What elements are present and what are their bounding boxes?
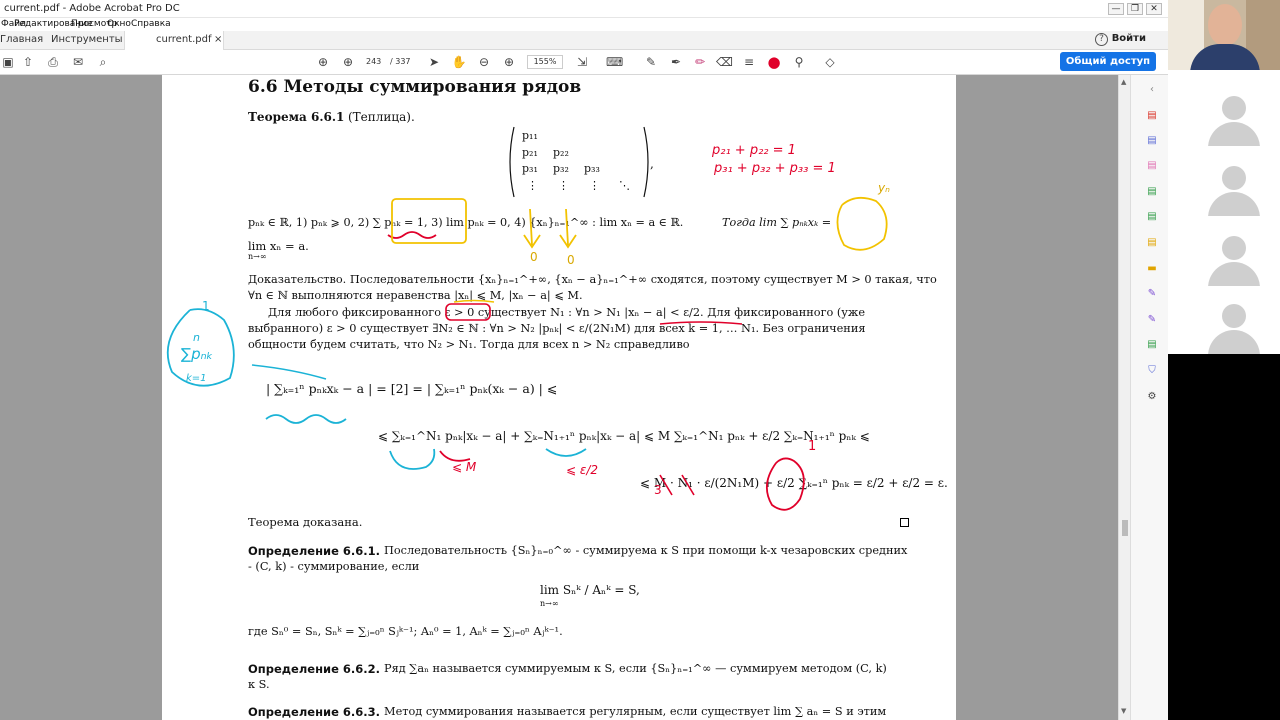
menu-window[interactable]: Окно: [107, 19, 131, 29]
annotation-stroke: [251, 364, 327, 380]
participant-avatar: [1198, 294, 1270, 354]
sign-icon[interactable]: ◇: [822, 54, 838, 70]
tab-close-icon[interactable]: ×: [214, 31, 222, 49]
title-bar: current.pdf - Adobe Acrobat Pro DC — ❐ ✕: [0, 0, 1168, 18]
zoom-in-icon[interactable]: ⊕: [501, 54, 517, 70]
annotation-stroke: [766, 457, 805, 511]
annotation-stroke: [559, 208, 577, 249]
tab-tools[interactable]: Инструменты: [51, 31, 123, 50]
eraser-icon[interactable]: ⌫: [716, 54, 733, 70]
fit-page-icon[interactable]: ⇲: [574, 54, 590, 70]
participant-avatar: [1198, 86, 1270, 146]
panel-collapse-icon[interactable]: ‹: [1145, 83, 1159, 97]
close-button[interactable]: ✕: [1146, 3, 1162, 15]
highlight-icon[interactable]: ✏: [692, 54, 708, 70]
upload-icon[interactable]: ⇧: [20, 54, 36, 70]
email-icon[interactable]: ✉: [70, 54, 86, 70]
help-icon[interactable]: ?: [1095, 33, 1108, 46]
prev-page-icon[interactable]: ⊕: [315, 54, 331, 70]
export-pdf-icon[interactable]: ▤: [1145, 109, 1159, 123]
tab-document-label: current.pdf: [156, 34, 212, 45]
annotation-stroke: [836, 196, 888, 251]
vertical-scrollbar[interactable]: ▲ ▼: [1118, 75, 1130, 720]
share-button[interactable]: Общий доступ: [1060, 52, 1156, 71]
scroll-down-icon[interactable]: ▼: [1121, 707, 1126, 715]
tab-bar: Главная Инструменты current.pdf × ? Войт…: [0, 31, 1168, 50]
presenter-video: [1168, 0, 1280, 70]
sign-in-button[interactable]: Войти: [1112, 33, 1146, 44]
create-pdf-icon[interactable]: ▤: [1145, 134, 1159, 148]
more-tools-icon[interactable]: ⚙: [1145, 390, 1159, 404]
annotation-layer: [251, 196, 888, 511]
annotation-red-note-2: p₃₁ + p₃₂ + p₃₃ = 1: [714, 161, 836, 176]
annotation-yellow-zero-1: 0: [530, 250, 538, 264]
annotation-stroke: [387, 231, 437, 239]
annotation-stroke: [659, 474, 695, 496]
annotation-stroke: [659, 321, 743, 325]
print-icon[interactable]: ⎙: [45, 54, 61, 70]
save-icon[interactable]: ▣: [0, 54, 16, 70]
keyboard-icon[interactable]: ⌨: [606, 54, 623, 70]
participant-avatar: [1198, 226, 1270, 286]
scan-icon[interactable]: ▤: [1145, 338, 1159, 352]
video-call-panel: [1168, 0, 1280, 354]
combine-files-icon[interactable]: ▤: [1145, 210, 1159, 224]
fill-sign-icon[interactable]: ✎: [1145, 287, 1159, 301]
edit-pdf-icon[interactable]: ▤: [1145, 159, 1159, 173]
scroll-up-icon[interactable]: ▲: [1121, 78, 1126, 86]
compress-icon[interactable]: ▤: [1145, 236, 1159, 250]
annotation-stroke: [523, 208, 541, 249]
tab-home[interactable]: Главная: [0, 31, 43, 50]
color-picker-icon[interactable]: ●: [766, 54, 782, 70]
document-area[interactable]: 6.6 Методы суммирования рядов Теорема 6.…: [0, 75, 1118, 720]
annotation-red-m: ⩽ M: [452, 460, 477, 474]
annotation-stroke: [453, 299, 495, 303]
annotation-stroke: [445, 303, 491, 321]
annotation-stroke: [545, 448, 587, 457]
zoom-out-icon[interactable]: ⊖: [476, 54, 492, 70]
minimize-button[interactable]: —: [1108, 3, 1124, 15]
search-icon[interactable]: ⌕: [95, 54, 111, 70]
tab-document[interactable]: current.pdf ×: [124, 31, 224, 50]
annotation-stroke: [265, 414, 347, 424]
scroll-thumb[interactable]: [1122, 520, 1128, 536]
annotation-yellow-yn: yₙ: [878, 181, 890, 195]
zoom-select[interactable]: 155%: [527, 55, 563, 69]
participant-avatar: [1198, 156, 1270, 216]
menu-help[interactable]: Справка: [131, 19, 171, 29]
window-title: current.pdf - Adobe Acrobat Pro DC: [4, 3, 180, 14]
annotation-red-one: 1: [808, 439, 817, 454]
toolbar: ▣ ⇧ ⎙ ✉ ⌕ ⊕ ⊕ 243 / 337 ➤ ✋ ⊖ ⊕ 155% ⇲ ⌨…: [0, 50, 1168, 75]
comment-icon[interactable]: ✎: [643, 54, 659, 70]
pdf-page: 6.6 Методы суммирования рядов Теорема 6.…: [162, 75, 956, 720]
menu-bar: Файл Редактирование Просмотр Окно Справк…: [0, 18, 1168, 31]
hand-tool-icon[interactable]: ✋: [451, 54, 467, 70]
organize-pages-icon[interactable]: ▤: [1145, 185, 1159, 199]
page-number-input[interactable]: 243: [366, 55, 381, 69]
screen: current.pdf - Adobe Acrobat Pro DC — ❐ ✕…: [0, 0, 1280, 720]
annotation-red-three: 3: [654, 483, 662, 497]
annotation-stroke: [389, 448, 436, 470]
acrobat-window: current.pdf - Adobe Acrobat Pro DC — ❐ ✕…: [0, 0, 1168, 720]
stamp-icon[interactable]: ⚲: [791, 54, 807, 70]
strike-icon[interactable]: ≡: [741, 54, 757, 70]
pen-icon[interactable]: ✒: [668, 54, 684, 70]
send-sign-icon[interactable]: ✎: [1145, 313, 1159, 327]
tools-panel: ‹ ▤ ▤ ▤ ▤ ▤ ▤ ▬ ✎ ✎ ▤ ⛉ ⚙: [1130, 75, 1168, 720]
select-cursor-icon[interactable]: ➤: [426, 54, 442, 70]
annotation-cyan-one: 1: [202, 299, 210, 313]
comment-panel-icon[interactable]: ▬: [1145, 262, 1159, 276]
annotation-yellow-zero-2: 0: [567, 253, 575, 267]
annotation-cyan-k: k=1: [186, 373, 207, 384]
annotation-red-note-1: p₂₁ + p₂₂ = 1: [712, 143, 796, 158]
next-page-icon[interactable]: ⊕: [340, 54, 356, 70]
annotation-cyan-n: n: [193, 331, 200, 344]
annotation-red-eps: ⩽ ε/2: [566, 463, 599, 477]
maximize-button[interactable]: ❐: [1127, 3, 1143, 15]
page-total: / 337: [390, 57, 411, 66]
annotation-cyan-sum: ∑pₙₖ: [181, 345, 213, 363]
protect-icon[interactable]: ⛉: [1145, 364, 1159, 378]
